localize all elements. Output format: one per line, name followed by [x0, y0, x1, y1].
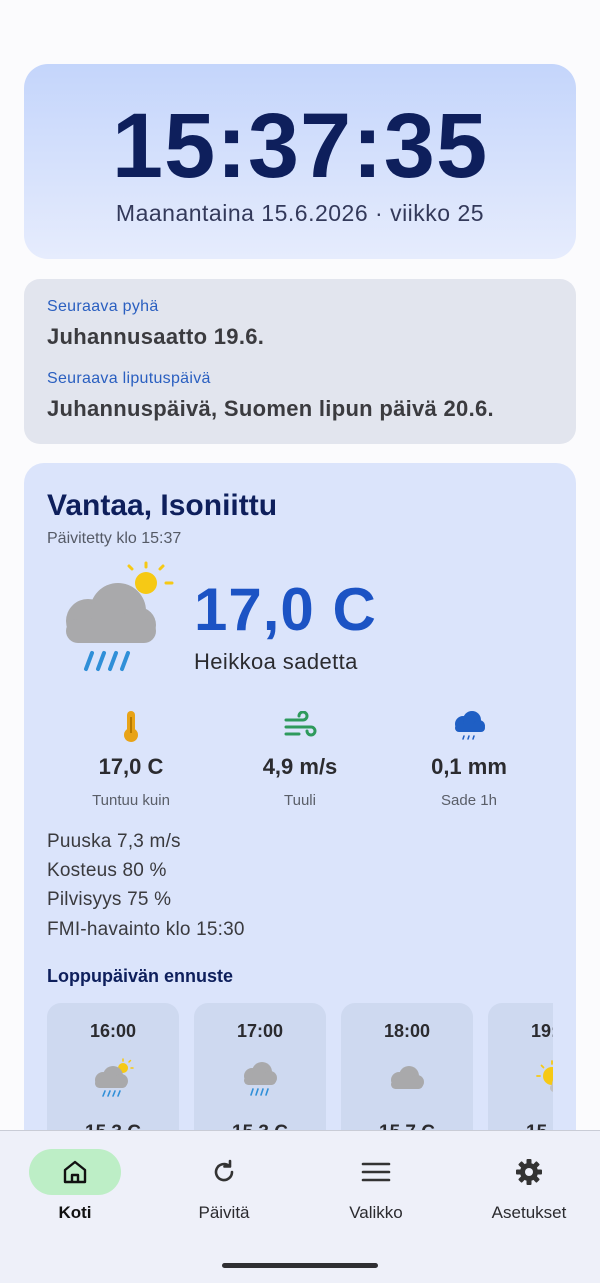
- thermometer-icon: [46, 708, 216, 744]
- next-holiday-label: Seuraava pyhä: [47, 298, 159, 315]
- rain-value: 0,1 mm: [431, 754, 507, 779]
- partly-cloudy-rain-icon: [47, 1056, 179, 1100]
- next-flag-day-value: Juhannuspäivä, Suomen lipun päivä 20.6.: [47, 396, 494, 421]
- screen: 15:37:35 Maanantaina 15.6.2026 · viikko …: [0, 0, 600, 1283]
- forecast-title: Loppupäivän ennuste: [47, 966, 234, 986]
- cloud-icon: [341, 1056, 473, 1100]
- observation-detail: FMI-havainto klo 15:30: [47, 919, 245, 940]
- nav-settings-label: Asetukset: [491, 1203, 567, 1222]
- nav-menu[interactable]: Valikko: [301, 1149, 451, 1223]
- stat-feels-like: 17,0 C Tuntuu kuin: [46, 708, 216, 809]
- holiday-card: Seuraava pyhä Juhannusaatto 19.6. Seuraa…: [24, 279, 576, 444]
- forecast-time: 19:00: [530, 1021, 553, 1041]
- gesture-handle[interactable]: [222, 1263, 378, 1268]
- forecast-time: 18:00: [383, 1021, 431, 1041]
- cloudiness-detail: Pilvisyys 75 %: [47, 889, 172, 910]
- refresh-icon: [178, 1149, 270, 1195]
- wind-icon: [215, 708, 385, 744]
- rain-cloud-icon: [384, 708, 554, 744]
- weather-location: Vantaa, Isoniittu: [47, 489, 278, 522]
- nav-home-label: Koti: [58, 1203, 92, 1222]
- partly-cloudy-rain-icon: [60, 561, 180, 681]
- stat-rain: 0,1 mm Sade 1h: [384, 708, 554, 809]
- current-temperature: 17,0 C: [194, 576, 377, 643]
- nav-refresh[interactable]: Päivitä: [149, 1149, 299, 1223]
- nav-home[interactable]: Koti: [0, 1149, 150, 1223]
- weather-updated: Päivitetty klo 15:37: [47, 530, 182, 547]
- gust-detail: Puuska 7,3 m/s: [47, 831, 181, 852]
- gear-icon: [483, 1149, 575, 1195]
- next-holiday-value: Juhannusaatto 19.6.: [47, 324, 265, 349]
- menu-icon: [330, 1149, 422, 1195]
- rain-cloud-icon: [194, 1056, 326, 1100]
- humidity-detail: Kosteus 80 %: [47, 860, 167, 881]
- clock-time: 15:37:35: [111, 95, 489, 197]
- next-flag-day-label: Seuraava liputuspäivä: [47, 370, 211, 387]
- wind-value: 4,9 m/s: [262, 754, 338, 779]
- clock-date: Maanantaina 15.6.2026 · viikko 25: [115, 200, 485, 226]
- nav-refresh-label: Päivitä: [198, 1203, 250, 1222]
- home-icon: [29, 1149, 121, 1195]
- weather-card: Vantaa, Isoniittu Päivitetty klo 15:37 1…: [24, 463, 576, 1163]
- nav-settings[interactable]: Asetukset: [454, 1149, 600, 1223]
- forecast-time: 16:00: [89, 1021, 137, 1041]
- feels-like-value: 17,0 C: [98, 754, 164, 779]
- clock-card: 15:37:35 Maanantaina 15.6.2026 · viikko …: [24, 64, 576, 259]
- gesture-area: [0, 1248, 600, 1283]
- weather-condition: Heikkoa sadetta: [194, 649, 358, 674]
- bottom-navigation: Koti Päivitä Valikko Asetukset: [0, 1130, 600, 1248]
- rain-label: Sade 1h: [441, 792, 497, 809]
- forecast-time: 17:00: [236, 1021, 284, 1041]
- feels-like-label: Tuntuu kuin: [92, 792, 170, 809]
- stat-wind: 4,9 m/s Tuuli: [215, 708, 385, 809]
- nav-menu-label: Valikko: [349, 1203, 403, 1222]
- sun-behind-cloud-icon: [488, 1056, 553, 1100]
- wind-label: Tuuli: [284, 792, 316, 809]
